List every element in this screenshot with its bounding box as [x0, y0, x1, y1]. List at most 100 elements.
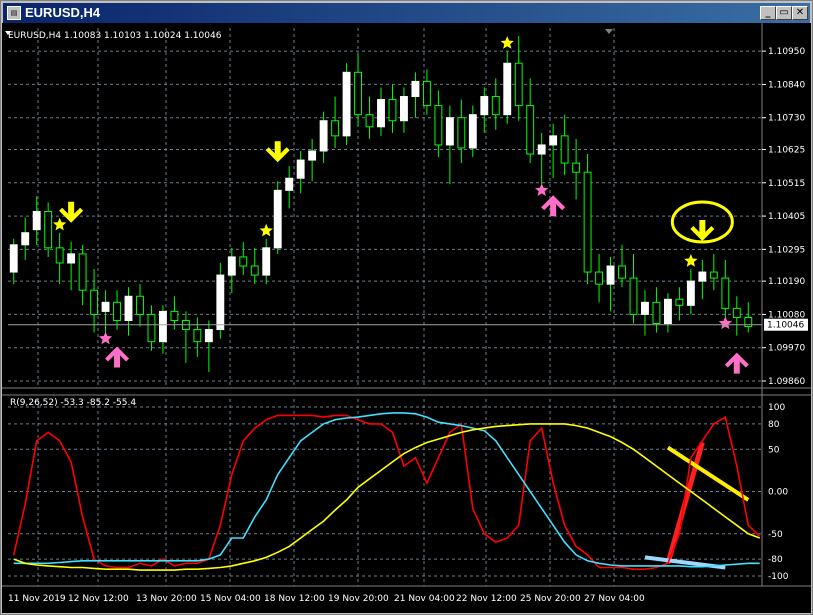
candle-body [698, 271, 707, 282]
time-tick-label: 11 Nov 2019 [8, 594, 66, 604]
candle-body [67, 253, 76, 264]
time-tick-label: 13 Nov 20:00 [136, 594, 197, 604]
candle-body [514, 62, 523, 107]
indicator-tick-label: 50 [768, 445, 780, 455]
price-tick-label: 1.10625 [768, 145, 805, 155]
candle-body [204, 329, 213, 343]
candle-body [480, 96, 489, 116]
close-icon[interactable]: ✕ [792, 6, 808, 20]
candle-body [583, 171, 592, 273]
restore-icon[interactable]: ▭ [776, 6, 792, 20]
time-tick-label: 27 Nov 04:00 [584, 594, 645, 604]
time-tick-label: 25 Nov 20:00 [520, 594, 581, 604]
candle-body [572, 162, 581, 173]
candle-body [663, 298, 672, 324]
time-tick-label: 22 Nov 12:00 [456, 594, 517, 604]
candle-body [675, 298, 684, 306]
candle-body [652, 301, 661, 325]
candle-body [250, 265, 259, 276]
indicator-tick-label: 100 [768, 403, 785, 413]
candle-body [606, 265, 615, 285]
time-tick-label: 21 Nov 04:00 [394, 594, 455, 604]
title-bar[interactable]: ▤ EURUSD,H4 _ ▭ ✕ [3, 3, 810, 23]
time-tick-label: 18 Nov 12:00 [264, 594, 325, 604]
candle-body [113, 301, 121, 321]
candle-body [296, 159, 305, 179]
candle-body [560, 135, 569, 164]
candle-body [365, 114, 374, 128]
candle-body [457, 117, 466, 149]
candle-body [319, 120, 328, 152]
candle-body [354, 71, 362, 116]
candle-body [9, 244, 18, 273]
candle-body [170, 310, 179, 321]
candle-body [434, 105, 443, 146]
candle-body [147, 313, 156, 343]
candle-body [124, 295, 133, 321]
candle-body [595, 271, 604, 285]
candle-body [44, 211, 53, 249]
candle-body [158, 310, 167, 343]
candle-body [308, 150, 317, 161]
candle-body [21, 232, 30, 246]
candle-body [193, 329, 202, 343]
candle-body [78, 253, 87, 291]
indicator-tick-label: 0.00 [768, 488, 788, 498]
price-tick-label: 1.10295 [768, 245, 805, 255]
candle-body [90, 289, 99, 315]
current-price-label: 1.10046 [767, 321, 804, 331]
candle-body [537, 144, 546, 155]
price-tick-label: 1.09860 [768, 377, 805, 387]
indicator-tick-label: -100 [768, 572, 789, 582]
candle-body [32, 211, 41, 231]
candle-body [400, 96, 408, 122]
candle-body [422, 80, 431, 107]
candle-body [411, 80, 420, 98]
candle-body [55, 247, 64, 264]
candle-body [468, 114, 477, 149]
candle-body [239, 256, 248, 267]
indicator-tick-label: -80 [768, 555, 783, 565]
candle-body [629, 277, 638, 315]
chart-canvas[interactable]: 1.10950 1.10840 1.10730 1.10625 1.10515 1.104… [2, 23, 811, 613]
candle-body [216, 274, 225, 331]
minimize-icon[interactable]: _ [760, 6, 776, 20]
candle-body [721, 277, 730, 309]
candle-body [101, 301, 110, 312]
price-tick-label: 1.10515 [768, 179, 805, 189]
window-title: EURUSD,H4 [25, 5, 101, 20]
candle-body [136, 295, 144, 315]
time-tick-label: 19 Nov 20:00 [328, 594, 389, 604]
price-tick-label: 1.10190 [768, 277, 805, 287]
main-title: EURUSD,H4 1.10083 1.10103 1.10024 1.1004… [8, 31, 222, 41]
price-tick-label: 1.10950 [768, 47, 805, 57]
time-tick-label: 12 Nov 12:00 [68, 594, 129, 604]
candle-body [491, 96, 500, 116]
indicator-tick-label: -50 [768, 530, 783, 540]
indicator-title: R(9,26,52) -53.3 -85.2 -55.4 [10, 398, 136, 408]
candle-body [641, 301, 649, 315]
candle-body [549, 135, 558, 146]
time-tick-label: 15 Nov 04:00 [200, 594, 261, 604]
candle-body [732, 307, 741, 318]
price-tick-label: 1.10730 [768, 114, 805, 124]
candle-body [342, 71, 351, 137]
candle-body [526, 105, 535, 155]
candle-body [388, 99, 397, 122]
candle-body [709, 271, 718, 279]
candle-body [686, 280, 695, 306]
candle-body [331, 120, 340, 137]
candle-body [262, 247, 271, 276]
candle-body [445, 117, 454, 146]
price-tick-label: 1.10405 [768, 212, 805, 222]
candle-body [377, 99, 385, 128]
candle-body [503, 62, 512, 116]
indicator-tick-label: 80 [768, 420, 780, 430]
candle-body [285, 177, 294, 191]
price-tick-label: 1.10840 [768, 80, 805, 90]
candle-body [273, 189, 282, 249]
chart-window-icon[interactable]: ▤ [7, 6, 21, 20]
price-tick-label: 1.09970 [768, 344, 805, 354]
candle-body [227, 256, 236, 276]
candle-body [618, 265, 626, 279]
